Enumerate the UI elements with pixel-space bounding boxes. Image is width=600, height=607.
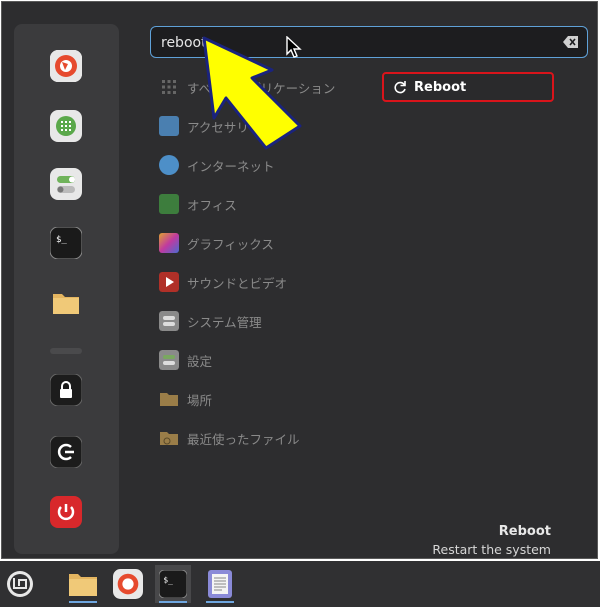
category-graphics[interactable]: グラフィックス [159, 232, 274, 254]
description-subtitle: Restart the system [432, 542, 551, 557]
category-recent[interactable]: 最近使ったファイル [159, 427, 300, 449]
svg-text:$_: $_ [163, 575, 173, 584]
lock-icon [50, 374, 82, 406]
recent-folder-icon [160, 432, 178, 445]
running-indicator [159, 601, 187, 603]
folder-icon [53, 294, 79, 314]
text-editor-icon [208, 570, 232, 598]
category-all[interactable]: すべてのアプリケーション [159, 76, 335, 98]
taskbar: $_ [0, 561, 600, 607]
power-icon [50, 496, 82, 528]
firefox-icon [50, 50, 82, 82]
category-accessories[interactable]: アクセサリ [159, 115, 249, 137]
description-title: Reboot [498, 524, 551, 539]
taskbar-firefox[interactable] [110, 565, 146, 603]
category-label: すべてのアプリケーション [187, 80, 336, 96]
calculator-icon [50, 110, 82, 142]
fav-terminal[interactable]: $_ [50, 227, 82, 259]
category-label: アクセサリ [187, 119, 249, 135]
clear-search-icon[interactable] [563, 35, 579, 49]
fav-logout[interactable] [50, 436, 82, 468]
graphics-icon [159, 233, 179, 253]
favorites-separator [50, 348, 82, 354]
result-label: Reboot [414, 79, 467, 95]
category-settings[interactable]: 設定 [159, 349, 212, 371]
category-label: システム管理 [187, 314, 262, 330]
grid-icon [162, 80, 176, 94]
category-label: 場所 [187, 392, 213, 408]
settings-toggle-icon [50, 168, 82, 200]
fav-calculator[interactable] [50, 110, 82, 142]
logout-icon [50, 436, 82, 468]
fav-firefox[interactable] [50, 50, 82, 82]
favorites-panel: $_ [14, 24, 119, 554]
category-label: オフィス [187, 197, 237, 213]
taskbar-files[interactable] [65, 565, 101, 603]
cloud-icon [159, 155, 179, 175]
firefox-icon [113, 569, 143, 599]
category-label: 設定 [187, 353, 213, 369]
category-label: グラフィックス [187, 236, 274, 252]
fav-files[interactable] [50, 287, 82, 319]
category-internet[interactable]: インターネット [159, 154, 275, 176]
system-icon [159, 311, 179, 331]
svg-text:$_: $_ [56, 235, 67, 245]
category-system[interactable]: システム管理 [159, 310, 262, 332]
category-sound-video[interactable]: サウンドとビデオ [159, 271, 287, 293]
taskbar-terminal[interactable]: $_ [155, 565, 191, 603]
category-label: 最近使ったファイル [187, 431, 300, 447]
terminal-icon: $_ [50, 227, 82, 259]
search-result-reboot[interactable]: Reboot [382, 72, 554, 102]
application-menu: $_ すべてのアプリケーション アクセサリ インターネット オフィス [1, 1, 598, 559]
fav-shutdown[interactable] [50, 496, 82, 528]
mint-menu-button[interactable] [2, 565, 38, 603]
files-icon [69, 574, 97, 596]
category-label: インターネット [187, 158, 275, 174]
category-office[interactable]: オフィス [159, 193, 237, 215]
category-places[interactable]: 場所 [159, 388, 212, 410]
terminal-icon: $_ [159, 570, 187, 598]
mouse-cursor-icon [286, 36, 302, 58]
search-input[interactable] [159, 30, 553, 56]
fav-lock-screen[interactable] [50, 374, 82, 406]
office-icon [159, 194, 179, 214]
reboot-icon [394, 81, 406, 94]
running-indicator [206, 601, 234, 603]
search-box[interactable] [150, 26, 588, 58]
mint-menu-icon [7, 571, 33, 597]
settings-icon [159, 350, 179, 370]
play-icon [159, 272, 179, 292]
category-label: サウンドとビデオ [187, 275, 288, 291]
folder-icon [160, 393, 178, 406]
fav-settings[interactable] [50, 168, 82, 200]
accessories-icon [159, 116, 179, 136]
running-indicator [69, 601, 97, 603]
taskbar-text-editor[interactable] [202, 565, 238, 603]
